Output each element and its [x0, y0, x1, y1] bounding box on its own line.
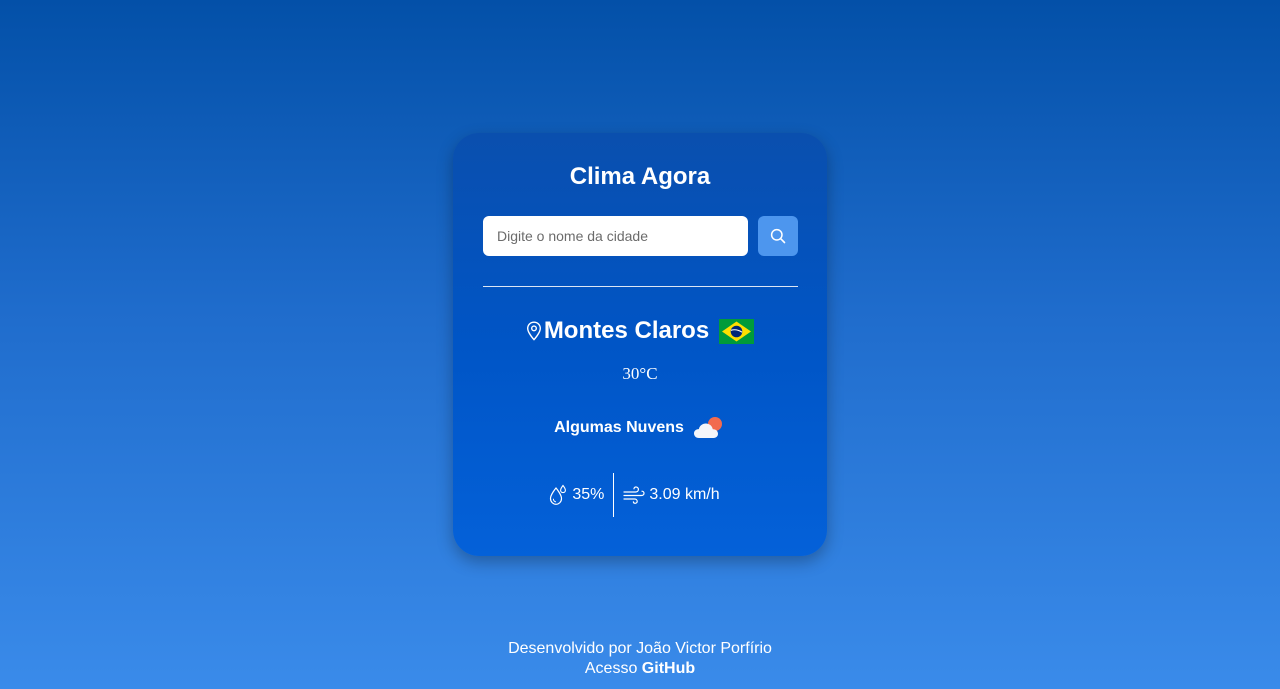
wind-icon — [623, 486, 645, 504]
search-icon — [770, 228, 786, 244]
wind-value: 3.09 km/h — [649, 486, 720, 503]
temperature: 30°C — [622, 364, 658, 383]
weather-card: Clima Agora Montes Claros 30°C Algumas N… — [453, 133, 827, 556]
location-pin-icon — [526, 321, 541, 341]
partly-cloudy-icon — [693, 417, 722, 438]
humidity-value: 35% — [572, 486, 605, 503]
city-row: Montes Claros — [453, 316, 827, 346]
city-name: Montes Claros — [543, 317, 710, 344]
app-title: Clima Agora — [569, 163, 711, 190]
weather-description: Algumas Nuvens — [554, 419, 684, 436]
humidity-icon — [550, 484, 567, 505]
weather-details: 35% 3.09 km/h — [453, 473, 827, 517]
weather-description-row: Algumas Nuvens — [453, 415, 827, 441]
search-button[interactable] — [758, 216, 798, 256]
wind-detail: 3.09 km/h — [614, 486, 720, 504]
humidity-detail: 35% — [548, 484, 613, 506]
divider — [483, 286, 798, 287]
footer-access: Acesso GitHub — [0, 659, 1280, 679]
footer-access-prefix: Acesso — [584, 660, 638, 677]
footer-credit: Desenvolvido por João Victor Porfírio — [508, 640, 772, 657]
footer: Desenvolvido por João Victor Porfírio Ac… — [0, 639, 1280, 679]
city-search-input[interactable] — [483, 216, 748, 256]
brazil-flag-icon — [719, 318, 755, 344]
github-link[interactable]: GitHub — [642, 660, 695, 677]
